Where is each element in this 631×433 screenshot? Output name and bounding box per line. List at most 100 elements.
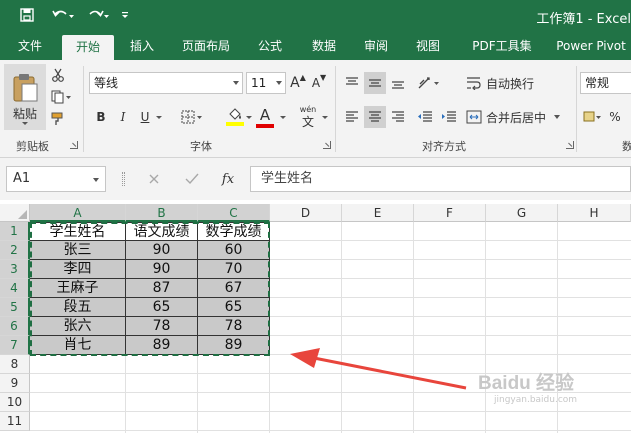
increase-indent-icon[interactable] xyxy=(438,106,460,128)
clipboard-launcher-icon[interactable] xyxy=(70,141,78,149)
tab-pdf-tools[interactable]: PDF工具集 xyxy=(464,32,540,60)
tab-data[interactable]: 数据 xyxy=(304,32,344,60)
cell-b3[interactable]: 90 xyxy=(126,260,198,279)
cell-b2[interactable]: 90 xyxy=(126,241,198,260)
watermark-text: Baidu 经验 xyxy=(478,373,575,394)
align-right-icon[interactable] xyxy=(388,106,408,128)
confirm-entry-icon[interactable] xyxy=(180,168,204,190)
cell-b5[interactable]: 65 xyxy=(126,298,198,317)
paste-button[interactable]: 粘贴 xyxy=(4,64,46,130)
row-header-10[interactable]: 10 xyxy=(0,393,30,412)
formula-bar-grip-icon[interactable] xyxy=(122,172,125,186)
tab-review[interactable]: 审阅 xyxy=(356,32,396,60)
cell-a6[interactable]: 张六 xyxy=(30,317,126,336)
cell-c2[interactable]: 60 xyxy=(198,241,270,260)
cell-c1[interactable]: 数学成绩 xyxy=(198,222,270,241)
redo-icon[interactable] xyxy=(84,4,114,26)
tab-file[interactable]: 文件 xyxy=(8,32,52,60)
format-painter-icon[interactable] xyxy=(48,110,68,128)
align-top-icon[interactable] xyxy=(342,72,362,94)
cell-a2[interactable]: 张三 xyxy=(30,241,126,260)
column-header-c[interactable]: C xyxy=(198,204,270,222)
cell-c5[interactable]: 65 xyxy=(198,298,270,317)
align-left-icon[interactable] xyxy=(342,106,362,128)
align-center-icon[interactable] xyxy=(364,106,386,128)
column-header-f[interactable]: F xyxy=(414,204,486,222)
merge-center-button[interactable]: 合并后居中 xyxy=(466,106,566,128)
row-header-3[interactable]: 3 xyxy=(0,260,30,279)
phonetic-dropdown-icon[interactable] xyxy=(322,116,328,119)
cell-a3[interactable]: 李四 xyxy=(30,260,126,279)
row-header-9[interactable]: 9 xyxy=(0,374,30,393)
cell-a4[interactable]: 王麻子 xyxy=(30,279,126,298)
tab-view[interactable]: 视图 xyxy=(408,32,448,60)
font-name-combo[interactable]: 等线 xyxy=(89,72,243,94)
name-box[interactable]: A1 xyxy=(6,166,106,192)
alignment-launcher-icon[interactable] xyxy=(566,141,574,149)
cell-b6[interactable]: 78 xyxy=(126,317,198,336)
fill-color-dropdown-icon[interactable] xyxy=(246,116,252,119)
cell-b7[interactable]: 89 xyxy=(126,336,198,355)
italic-button[interactable]: I xyxy=(114,106,132,128)
underline-dropdown-icon[interactable] xyxy=(156,116,162,119)
tab-insert[interactable]: 插入 xyxy=(122,32,162,60)
shrink-font-button[interactable]: A ▼ xyxy=(311,72,327,94)
group-divider xyxy=(576,66,577,152)
percent-button[interactable]: % xyxy=(606,106,624,128)
column-header-a[interactable]: A xyxy=(30,204,126,222)
column-header-h[interactable]: H xyxy=(558,204,631,222)
merge-center-label: 合并后居中 xyxy=(486,110,547,125)
align-bottom-icon[interactable] xyxy=(388,72,408,94)
row-header-11[interactable]: 11 xyxy=(0,412,30,431)
number-format-combo[interactable]: 常规 xyxy=(580,72,631,94)
column-header-d[interactable]: D xyxy=(270,204,342,222)
column-header-g[interactable]: G xyxy=(486,204,558,222)
underline-button[interactable]: U xyxy=(136,106,154,128)
cut-icon[interactable] xyxy=(48,66,68,84)
worksheet-grid[interactable]: A B C D E F G H 1 2 3 4 5 6 7 8 9 10 11 … xyxy=(0,200,631,433)
copy-icon[interactable] xyxy=(48,88,74,106)
cell-b4[interactable]: 87 xyxy=(126,279,198,298)
formula-input[interactable]: 学生姓名 xyxy=(250,166,631,192)
tab-formulas[interactable]: 公式 xyxy=(250,32,290,60)
column-header-b[interactable]: B xyxy=(126,204,198,222)
undo-icon[interactable] xyxy=(48,4,78,26)
row-header-7[interactable]: 7 xyxy=(0,336,30,355)
borders-button[interactable] xyxy=(178,106,206,128)
save-icon[interactable] xyxy=(16,4,38,26)
tab-page-layout[interactable]: 页面布局 xyxy=(174,32,238,60)
select-all-button[interactable] xyxy=(0,204,30,222)
cell-c4[interactable]: 67 xyxy=(198,279,270,298)
cell-a5[interactable]: 段五 xyxy=(30,298,126,317)
customize-icon[interactable] xyxy=(118,4,132,26)
bold-button[interactable]: B xyxy=(92,106,110,128)
font-color-dropdown-icon[interactable] xyxy=(280,116,286,119)
cell-c3[interactable]: 70 xyxy=(198,260,270,279)
cell-c6[interactable]: 78 xyxy=(198,317,270,336)
cancel-entry-icon[interactable] xyxy=(142,168,166,190)
row-header-2[interactable]: 2 xyxy=(0,241,30,260)
tab-home[interactable]: 开始 xyxy=(62,35,114,60)
align-middle-icon[interactable] xyxy=(364,72,386,94)
tab-power-pivot[interactable]: Power Pivot xyxy=(552,32,630,60)
insert-function-button[interactable]: fx xyxy=(216,168,240,190)
font-color-button[interactable]: A xyxy=(254,104,276,130)
decrease-indent-icon[interactable] xyxy=(414,106,436,128)
column-header-e[interactable]: E xyxy=(342,204,414,222)
row-header-5[interactable]: 5 xyxy=(0,298,30,317)
cell-a7[interactable]: 肖七 xyxy=(30,336,126,355)
cell-b1[interactable]: 语文成绩 xyxy=(126,222,198,241)
font-size-combo[interactable]: 11 xyxy=(246,72,286,94)
accounting-format-icon[interactable] xyxy=(582,106,602,128)
wrap-text-button[interactable]: 自动换行 xyxy=(466,72,546,94)
row-header-4[interactable]: 4 xyxy=(0,279,30,298)
row-header-8[interactable]: 8 xyxy=(0,355,30,374)
cell-c7[interactable]: 89 xyxy=(198,336,270,355)
row-header-6[interactable]: 6 xyxy=(0,317,30,336)
row-header-1[interactable]: 1 xyxy=(0,222,30,241)
cell-a1[interactable]: 学生姓名 xyxy=(30,222,126,241)
font-launcher-icon[interactable] xyxy=(323,141,331,149)
phonetic-button[interactable]: wén 文 xyxy=(296,104,320,130)
grow-font-button[interactable]: A ▲ xyxy=(290,72,306,94)
orientation-icon[interactable] xyxy=(414,72,444,94)
